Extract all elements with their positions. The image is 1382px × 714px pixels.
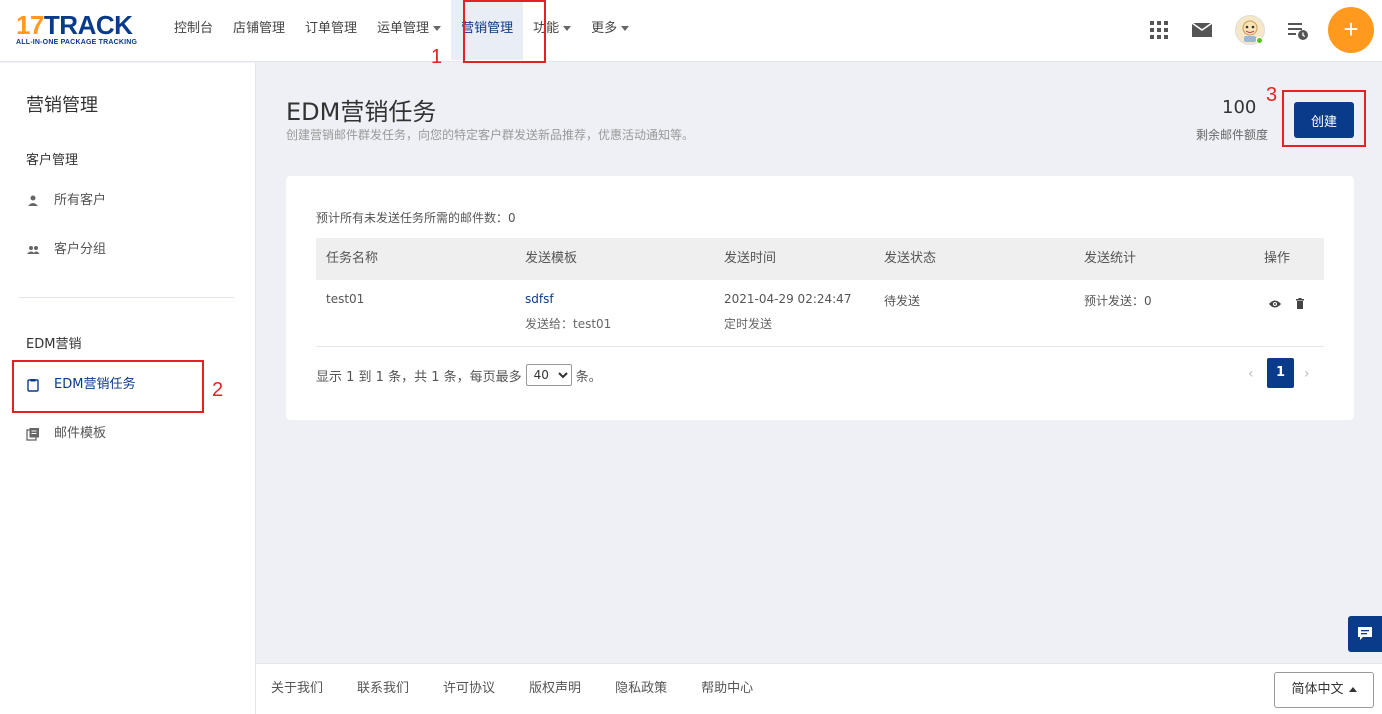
column-header-stats: 发送统计 [1084, 251, 1137, 266]
chevron-down-icon [433, 26, 442, 31]
sidebar-item-customer-groups[interactable]: 客户分组 [12, 226, 256, 274]
nav-store-management[interactable]: 店铺管理 [223, 0, 295, 60]
pagination-text-after: 条。 [575, 369, 602, 385]
annotation-box-1 [463, 0, 546, 63]
annotation-box-3 [1282, 90, 1366, 147]
column-header-template: 发送模板 [525, 251, 578, 266]
logo[interactable]: 17TRACK ALL-IN-ONE PACKAGE TRACKING [16, 12, 137, 46]
delete-trash-icon[interactable] [1293, 297, 1307, 311]
nav-label: 店铺管理 [233, 21, 286, 36]
chevron-down-icon [563, 26, 572, 31]
top-navbar: 17TRACK ALL-IN-ONE PACKAGE TRACKING 控制台 … [0, 0, 1382, 62]
page-title: EDM营销任务 [286, 98, 437, 126]
chat-button[interactable] [1348, 616, 1382, 652]
language-selector[interactable]: 简体中文 [1274, 672, 1374, 708]
task-list-clock-icon[interactable] [1286, 18, 1310, 42]
sidebar-item-label: 所有客户 [54, 193, 107, 208]
current-page-button[interactable]: 1 [1267, 358, 1294, 388]
footer-link-about[interactable]: 关于我们 [271, 664, 323, 714]
person-icon [28, 195, 38, 206]
footer-link-copyright[interactable]: 版权声明 [529, 664, 581, 714]
column-header-actions: 操作 [1264, 251, 1291, 266]
logo-tagline: ALL-IN-ONE PACKAGE TRACKING [16, 39, 138, 46]
table-row: test01 sdfsf 发送给：test01 2021-04-29 02:24… [316, 280, 1324, 347]
online-status-dot [1256, 37, 1263, 44]
footer: 关于我们 联系我们 许可协议 版权声明 隐私政策 帮助中心 简体中文 [256, 663, 1382, 714]
pagination-text-before: 显示 1 到 1 条，共 1 条，每页最多 [316, 369, 522, 385]
main-nav: 控制台 店铺管理 订单管理 运单管理 营销管理 功能 更多 [164, 0, 639, 60]
tasks-table: 任务名称 发送模板 发送时间 发送状态 发送统计 操作 test01 sdfsf… [316, 238, 1324, 347]
language-label: 简体中文 [1291, 682, 1344, 697]
tasks-card: 预计所有未发送任务所需的邮件数：0 任务名称 发送模板 发送时间 发送状态 发送… [286, 176, 1354, 420]
footer-link-help[interactable]: 帮助中心 [701, 664, 753, 714]
mail-icon[interactable] [1190, 18, 1214, 42]
nav-label: 订单管理 [305, 21, 358, 36]
sidebar-item-label: 邮件模板 [54, 426, 107, 441]
table-header: 任务名称 发送模板 发送时间 发送状态 发送统计 操作 [316, 238, 1324, 280]
send-to: 发送给：test01 [525, 317, 612, 331]
footer-link-license[interactable]: 许可协议 [443, 664, 495, 714]
logo-word: TRACK [43, 10, 133, 40]
estimate-text: 预计所有未发送任务所需的邮件数：0 [316, 211, 516, 225]
apps-grid-icon[interactable] [1147, 18, 1171, 42]
chevron-up-icon [1348, 687, 1357, 692]
add-button[interactable]: + [1328, 7, 1374, 53]
footer-links: 关于我们 联系我们 许可协议 版权声明 隐私政策 帮助中心 [271, 664, 787, 714]
annotation-box-2 [12, 360, 204, 413]
nav-label: 运单管理 [377, 21, 430, 36]
annotation-number-1: 1 [431, 46, 443, 68]
sidebar-divider [18, 297, 234, 298]
nav-more[interactable]: 更多 [581, 0, 639, 60]
next-page-button[interactable]: › [1304, 366, 1310, 382]
page-size-select[interactable]: 40 [525, 364, 572, 386]
library-icon [26, 428, 39, 441]
nav-dashboard[interactable]: 控制台 [164, 0, 223, 60]
footer-link-privacy[interactable]: 隐私政策 [615, 664, 667, 714]
sidebar-group-edm: EDM营销 [26, 337, 82, 352]
task-name: test01 [326, 292, 365, 306]
footer-link-contact[interactable]: 联系我们 [357, 664, 409, 714]
send-type: 定时发送 [724, 317, 773, 331]
column-header-status: 发送状态 [884, 251, 937, 266]
chat-bubble-icon [1358, 627, 1372, 640]
page-description: 创建营销邮件群发任务，向您的特定客户群发送新品推荐，优惠活动通知等。 [286, 128, 695, 142]
nav-label: 更多 [591, 21, 618, 36]
send-status: 待发送 [884, 294, 921, 308]
sidebar-item-mail-templates[interactable]: 邮件模板 [12, 410, 256, 458]
send-time: 2021-04-29 02:24:47 [724, 292, 852, 306]
template-link[interactable]: sdfsf [525, 292, 554, 306]
sidebar-item-all-customers[interactable]: 所有客户 [12, 177, 256, 225]
column-header-time: 发送时间 [724, 251, 777, 266]
pagination-info: 显示 1 到 1 条，共 1 条，每页最多 40 条。 [316, 364, 602, 386]
chevron-down-icon [621, 26, 630, 31]
sidebar-item-label: 客户分组 [54, 242, 107, 257]
annotation-number-2: 2 [212, 379, 224, 401]
sidebar-title: 营销管理 [26, 95, 98, 116]
people-icon [27, 246, 40, 254]
prev-page-button[interactable]: ‹ [1248, 366, 1254, 382]
view-eye-icon[interactable] [1268, 297, 1282, 311]
send-stats: 预计发送：0 [1084, 294, 1152, 308]
annotation-number-3: 3 [1266, 84, 1278, 106]
nav-label: 控制台 [174, 21, 214, 36]
nav-order-management[interactable]: 订单管理 [295, 0, 367, 60]
quota-label: 剩余邮件额度 [1196, 128, 1269, 142]
quota-value: 100 [1222, 97, 1257, 118]
sidebar-group-customer: 客户管理 [26, 153, 79, 168]
logo-number: 17 [16, 10, 44, 40]
column-header-name: 任务名称 [326, 251, 379, 266]
